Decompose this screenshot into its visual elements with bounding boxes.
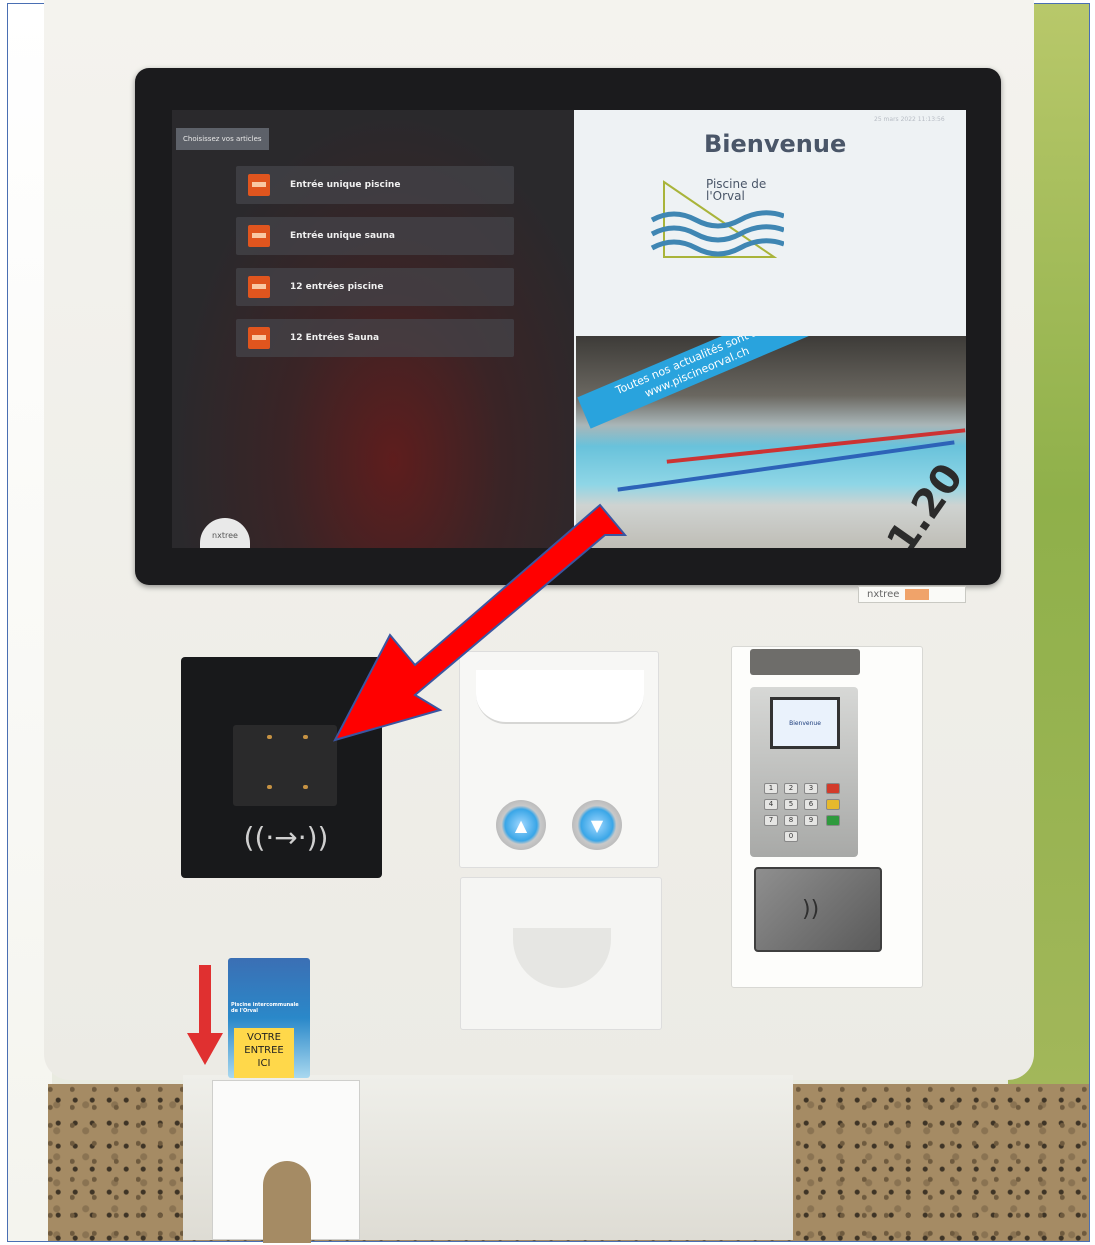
ticket-icon: [248, 327, 270, 349]
article-button-12-sauna[interactable]: 12 Entrées Sauna: [236, 319, 514, 357]
brand-sticker: nxtree: [858, 586, 966, 603]
tray-notch: [513, 928, 611, 988]
up-arrow-button[interactable]: ▲: [496, 800, 546, 850]
article-button-entree-piscine[interactable]: Entrée unique piscine: [236, 166, 514, 204]
card-holder[interactable]: [212, 1080, 360, 1243]
confirm-key[interactable]: [826, 815, 840, 826]
contactless-pad[interactable]: )): [754, 867, 882, 952]
card-caption: Piscine intercommunale de l'Orval: [231, 1002, 299, 1014]
article-label: 12 entrées piscine: [290, 282, 384, 292]
choose-articles-header: Choisissez vos articles: [176, 128, 269, 150]
contactless-icon: ((·→·)): [243, 821, 329, 854]
reader-led: [267, 735, 272, 739]
article-label: 12 Entrées Sauna: [290, 333, 380, 343]
terminal-key[interactable]: 8: [784, 815, 798, 826]
news-banner[interactable]: Toutes nos actualités sont sur www.pisci…: [577, 336, 812, 429]
article-button-entree-sauna[interactable]: Entrée unique sauna: [236, 217, 514, 255]
terminal-key[interactable]: 2: [784, 783, 798, 794]
depth-marking: 1.20: [878, 455, 966, 548]
vendor-badge: nxtree: [200, 518, 250, 548]
article-label: Entrée unique piscine: [290, 180, 401, 190]
reader-led: [303, 785, 308, 789]
welcome-panel: 25 mars 2022 11:13:56 Bienvenue Piscine …: [574, 110, 966, 548]
red-pointer-arrow-icon: [333, 503, 628, 742]
terminal-screen-text: Bienvenue: [789, 720, 821, 727]
down-arrow-button[interactable]: ▼: [572, 800, 622, 850]
entry-label-line-3: ICI: [257, 1058, 271, 1069]
entry-label-line-1: VOTRE: [247, 1032, 281, 1043]
terminal-key[interactable]: 1: [764, 783, 778, 794]
brand-text: nxtree: [867, 589, 900, 600]
terminal-key[interactable]: 6: [804, 799, 818, 810]
brand-logo-icon: [905, 589, 930, 600]
terminal-key[interactable]: 5: [784, 799, 798, 810]
terminal-key[interactable]: 4: [764, 799, 778, 810]
receipt-slot: [750, 649, 860, 675]
payment-panel: Bienvenue 1 2 3 4 5 6 7 8 9 0 )): [731, 646, 923, 988]
entry-label-line-2: ENTREE: [244, 1045, 284, 1056]
pool-logo-text: Piscine de l'Orval: [706, 177, 767, 203]
terminal-key[interactable]: 3: [804, 783, 818, 794]
terminal-key[interactable]: 9: [804, 815, 818, 826]
nfc-icon: )): [802, 897, 820, 922]
holder-cutout: [263, 1161, 311, 1243]
datetime-display: 25 mars 2022 11:13:56: [874, 116, 945, 123]
terminal-key[interactable]: 0: [784, 831, 798, 842]
ticket-icon: [248, 225, 270, 247]
terminal-key[interactable]: 7: [764, 815, 778, 826]
article-label: Entrée unique sauna: [290, 231, 395, 241]
cancel-key[interactable]: [826, 783, 840, 794]
terminal-screen: Bienvenue: [770, 697, 840, 749]
article-selection-panel: Choisissez vos articles Entrée unique pi…: [172, 110, 574, 548]
reader-led: [303, 735, 308, 739]
welcome-title: Bienvenue: [704, 130, 847, 158]
article-button-12-piscine[interactable]: 12 entrées piscine: [236, 268, 514, 306]
payment-terminal[interactable]: Bienvenue 1 2 3 4 5 6 7 8 9 0: [750, 687, 858, 857]
ticket-dispenser-tray[interactable]: [460, 877, 662, 1030]
ticket-icon: [248, 174, 270, 196]
entry-label: VOTRE ENTREE ICI: [234, 1028, 294, 1078]
correction-key[interactable]: [826, 799, 840, 810]
reader-led: [267, 785, 272, 789]
ticket-icon: [248, 276, 270, 298]
